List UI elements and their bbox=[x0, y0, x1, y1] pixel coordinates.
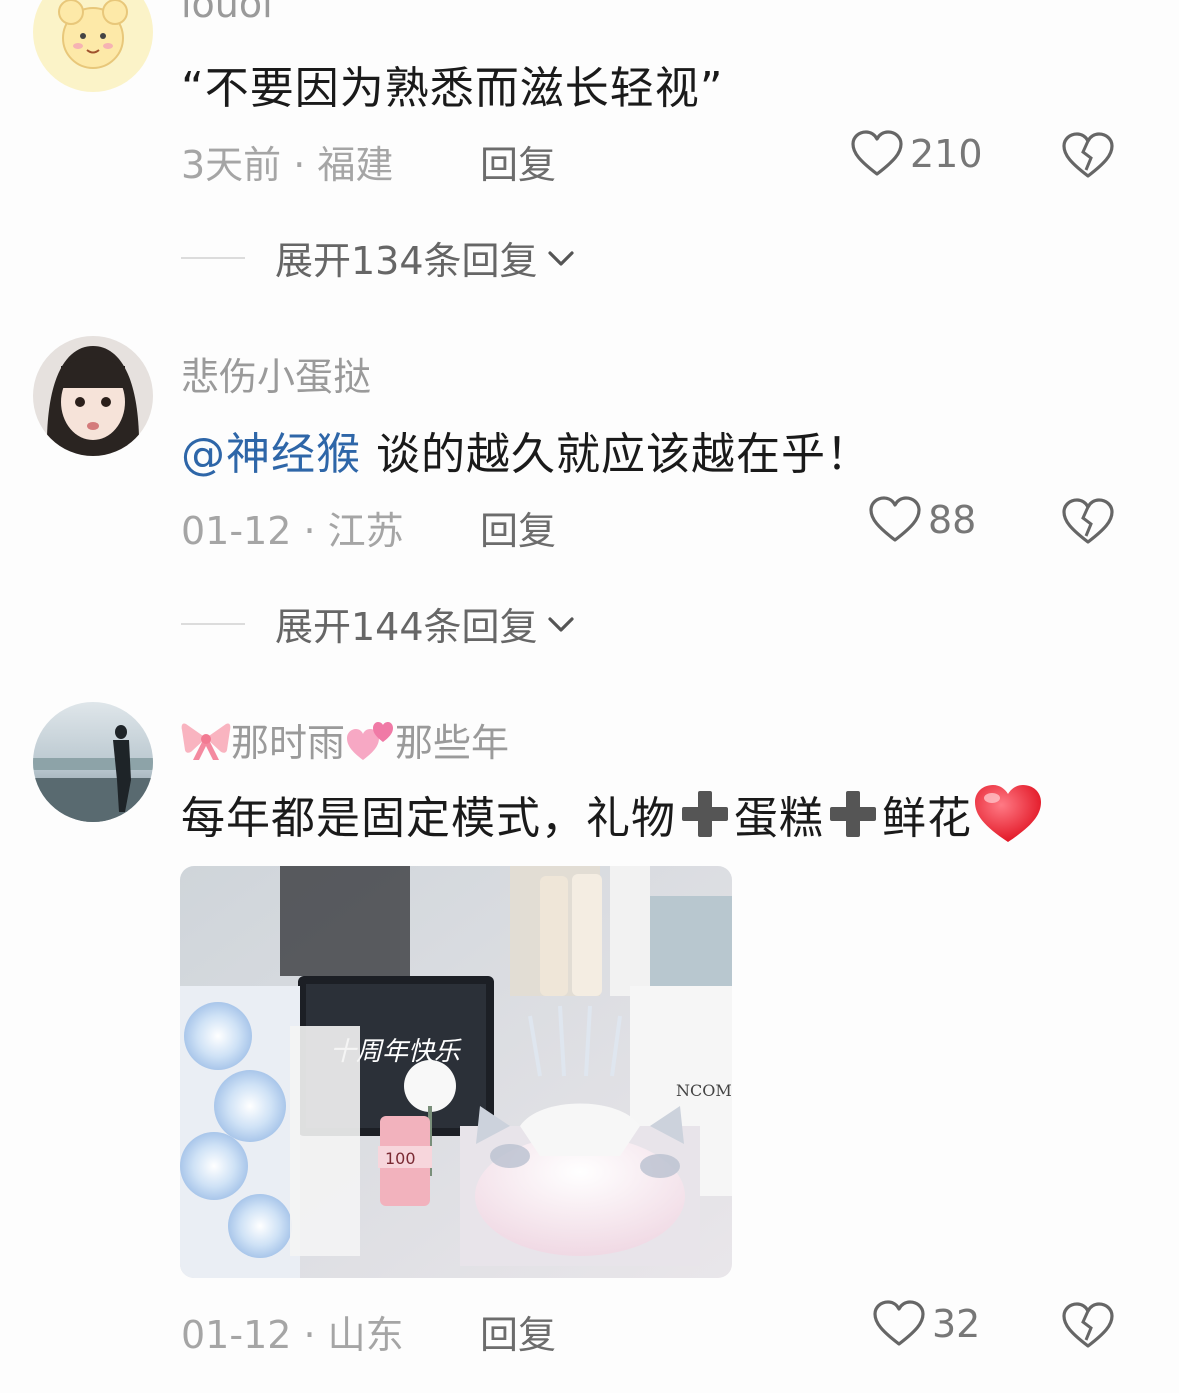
like-count: 210 bbox=[910, 132, 983, 176]
broken-heart-icon[interactable] bbox=[1060, 130, 1116, 180]
expand-replies-label: 展开134条回复 bbox=[275, 239, 538, 283]
reply-button[interactable]: 回复 bbox=[480, 134, 556, 189]
comment-text: “不要因为熟悉而滋长轻视” bbox=[181, 63, 724, 114]
comment-meta: 01-12 · 山东 bbox=[181, 1313, 404, 1357]
comment-meta: 01-12 · 江苏 bbox=[181, 509, 404, 553]
divider bbox=[181, 622, 245, 625]
plus-emoji-icon bbox=[830, 791, 876, 837]
avatar[interactable] bbox=[33, 702, 153, 822]
like-button[interactable]: 32 bbox=[872, 1300, 980, 1348]
ribbon-bow-emoji-icon bbox=[181, 722, 231, 760]
username[interactable]: louol bbox=[181, 0, 273, 26]
like-button[interactable]: 210 bbox=[850, 130, 983, 178]
comment-body: 每年都是固定模式，礼物 bbox=[181, 793, 676, 844]
reply-button[interactable]: 回复 bbox=[480, 500, 556, 555]
expand-replies-label: 展开144条回复 bbox=[275, 605, 538, 649]
avatar[interactable] bbox=[33, 336, 153, 456]
mention-link[interactable]: @神经猴 bbox=[181, 429, 361, 480]
comment-body: 蛋糕 bbox=[734, 793, 824, 844]
plus-emoji-icon bbox=[682, 791, 728, 837]
like-count: 32 bbox=[932, 1302, 981, 1346]
broken-heart-icon[interactable] bbox=[1060, 1300, 1116, 1350]
photo-text: 100 bbox=[385, 1149, 416, 1168]
two-hearts-emoji-icon bbox=[347, 721, 394, 760]
chevron-down-icon bbox=[547, 250, 574, 266]
username-part: 那时雨 bbox=[231, 721, 346, 765]
username-part: 那些年 bbox=[395, 721, 510, 765]
expand-replies-button[interactable]: 展开134条回复 bbox=[181, 230, 578, 285]
comment-photo[interactable]: 十周年快乐 NCOME 100 bbox=[180, 866, 732, 1278]
reply-button[interactable]: 回复 bbox=[480, 1304, 556, 1359]
comment-text: 每年都是固定模式，礼物 蛋糕 鲜花 bbox=[181, 782, 1044, 846]
like-button[interactable]: 88 bbox=[868, 496, 976, 544]
red-heart-emoji-icon bbox=[975, 785, 1041, 842]
heart-outline-icon bbox=[869, 496, 921, 542]
comment-meta: 3天前 · 福建 bbox=[181, 143, 394, 187]
comment-body: 鲜花 bbox=[882, 793, 972, 844]
comment-text: @神经猴 谈的越久就应该越在乎！ bbox=[181, 418, 871, 482]
divider bbox=[181, 256, 245, 259]
chevron-down-icon bbox=[547, 616, 574, 632]
username[interactable]: 悲伤小蛋挞 bbox=[181, 346, 371, 401]
photo-text: NCOME bbox=[676, 1081, 732, 1100]
comment-body: 谈的越久就应该越在乎！ bbox=[361, 429, 871, 480]
expand-replies-button[interactable]: 展开144条回复 bbox=[181, 596, 578, 651]
username[interactable]: 那时雨 那些年 bbox=[181, 712, 509, 767]
like-count: 88 bbox=[928, 498, 977, 542]
avatar[interactable] bbox=[33, 0, 153, 92]
broken-heart-icon[interactable] bbox=[1060, 496, 1116, 546]
heart-outline-icon bbox=[873, 1300, 925, 1346]
heart-outline-icon bbox=[851, 130, 903, 176]
